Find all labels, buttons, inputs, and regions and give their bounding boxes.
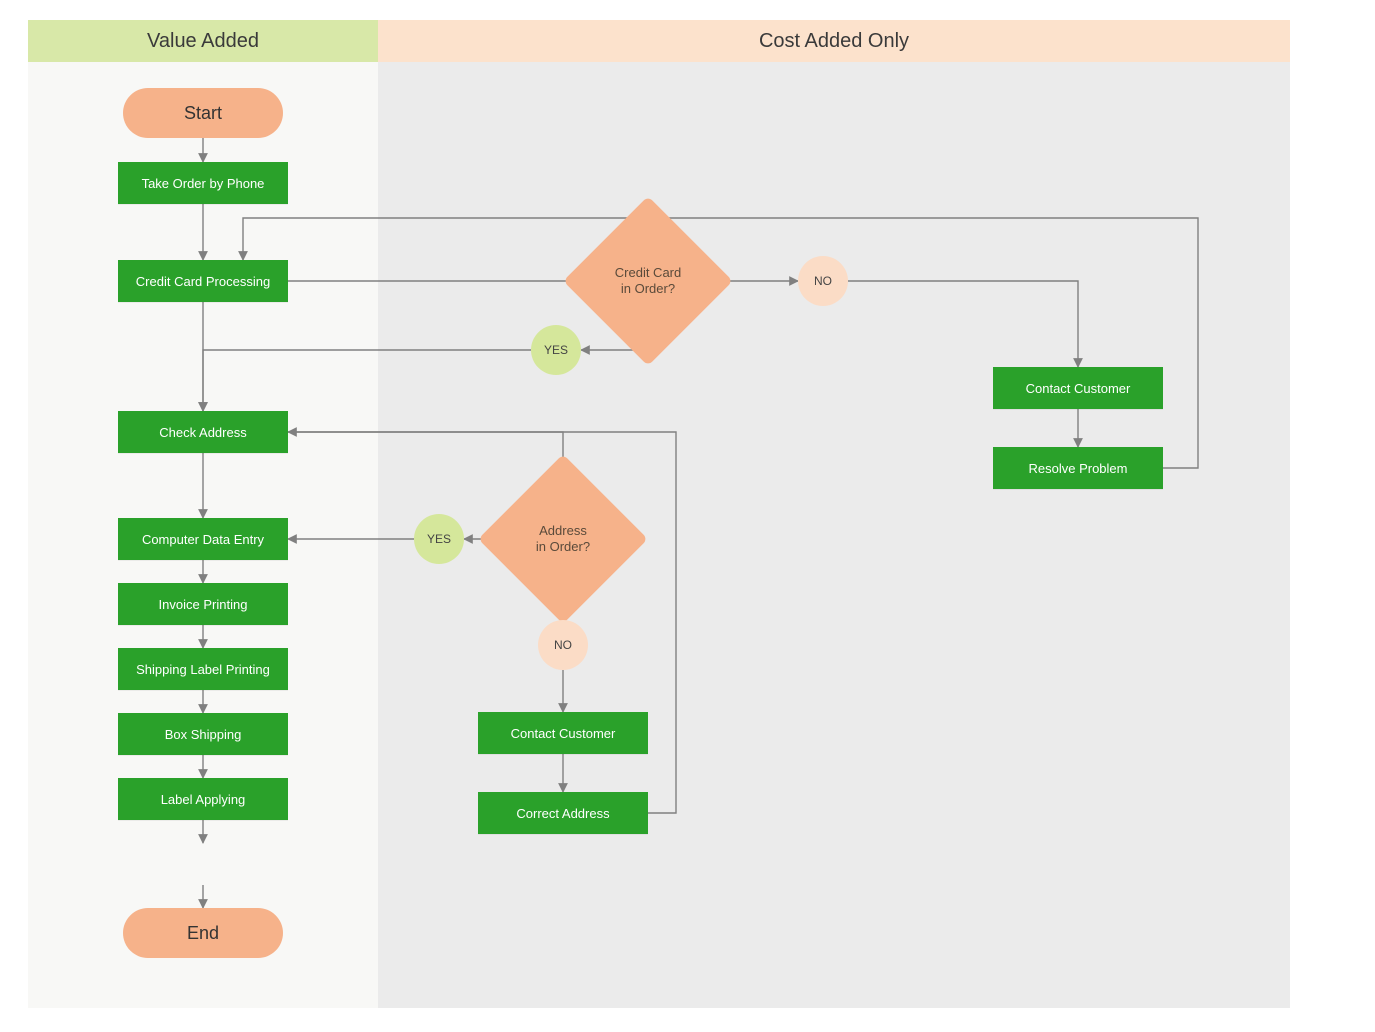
process-cc-processing: Credit Card Processing — [118, 260, 288, 302]
process-box-shipping: Box Shipping — [118, 713, 288, 755]
label-no-cc: NO — [798, 256, 848, 306]
process-invoice: Invoice Printing — [118, 583, 288, 625]
decision-credit-card: Credit Cardin Order? — [588, 221, 708, 341]
label-no-addr: NO — [538, 620, 588, 670]
header-cost-added: Cost Added Only — [378, 20, 1290, 62]
process-ship-label: Shipping Label Printing — [118, 648, 288, 690]
header-value-added: Value Added — [28, 20, 378, 62]
process-label-applying: Label Applying — [118, 778, 288, 820]
process-correct-address: Correct Address — [478, 792, 648, 834]
label-yes-cc: YES — [531, 325, 581, 375]
end-node: End — [123, 908, 283, 958]
process-contact-customer-cc: Contact Customer — [993, 367, 1163, 409]
start-node: Start — [123, 88, 283, 138]
process-resolve-problem: Resolve Problem — [993, 447, 1163, 489]
label-yes-addr: YES — [414, 514, 464, 564]
process-take-order: Take Order by Phone — [118, 162, 288, 204]
process-contact-customer-addr: Contact Customer — [478, 712, 648, 754]
process-check-address: Check Address — [118, 411, 288, 453]
decision-address: Addressin Order? — [503, 479, 623, 599]
process-data-entry: Computer Data Entry — [118, 518, 288, 560]
